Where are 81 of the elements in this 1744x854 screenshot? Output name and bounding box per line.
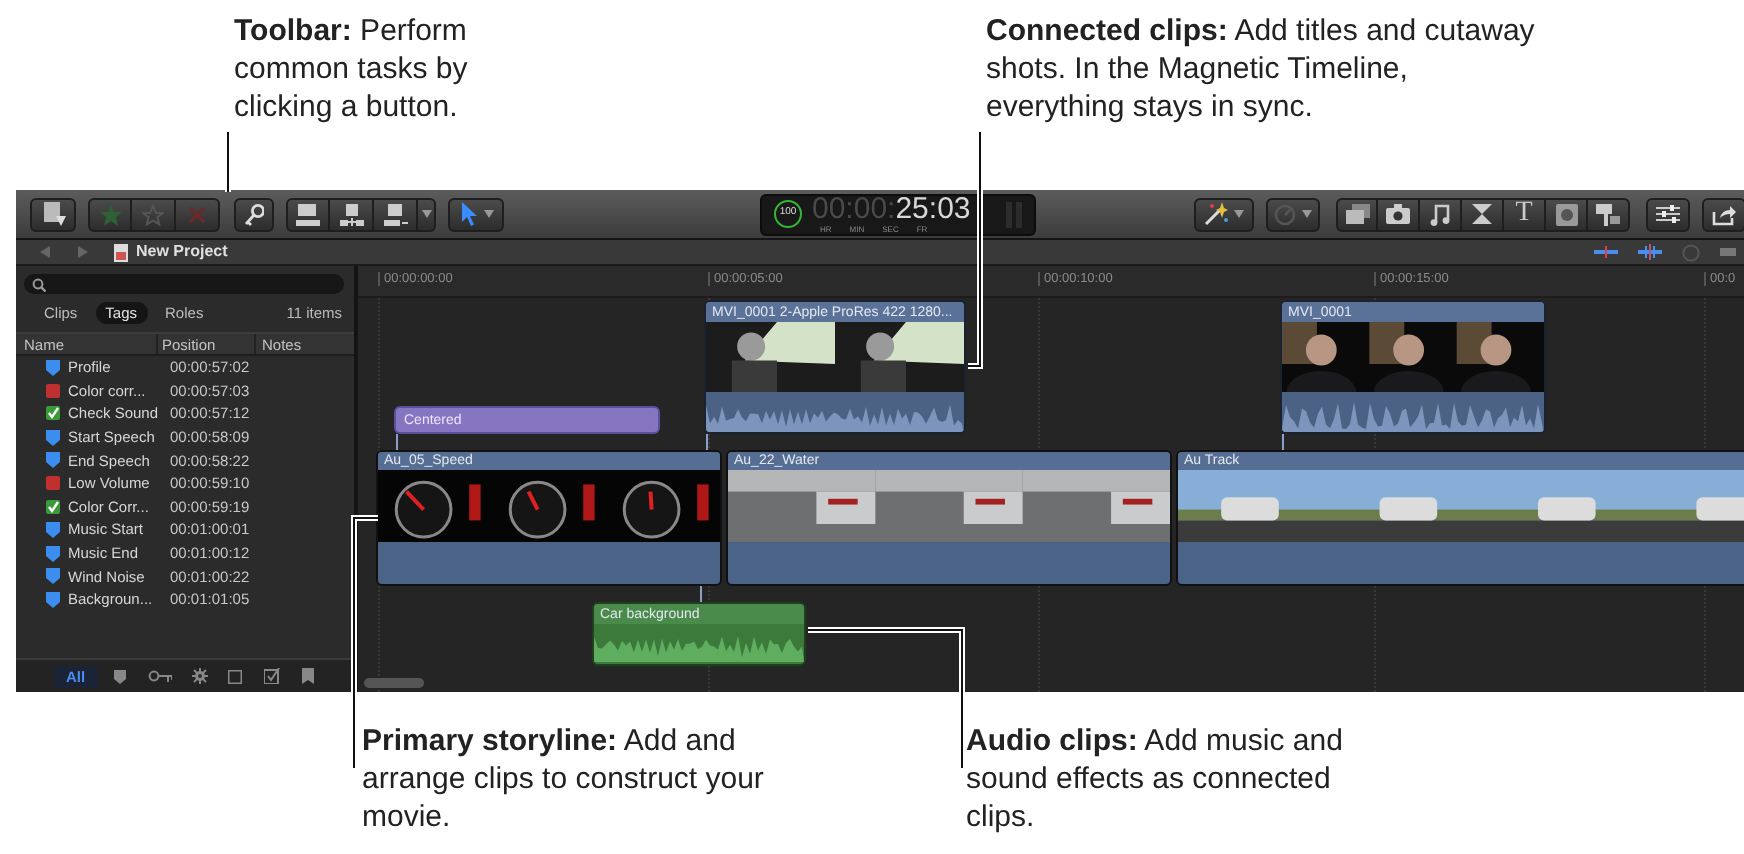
connection-line (1282, 434, 1284, 450)
connect-clip-button[interactable] (286, 197, 330, 231)
flag-icon (301, 668, 314, 684)
forward-icon (78, 246, 88, 258)
photos-button[interactable] (1378, 197, 1420, 231)
import-button[interactable] (30, 197, 76, 231)
waveform-icon (1638, 244, 1662, 260)
insert-clip-button[interactable] (330, 197, 374, 231)
timecode: 25:03 (895, 195, 971, 223)
connect-clip-icon (296, 203, 320, 225)
reject-button[interactable] (176, 197, 220, 231)
marker-icon (45, 568, 59, 585)
favorite-button[interactable] (88, 197, 132, 231)
marker-icon (45, 452, 59, 469)
connection-line (700, 586, 702, 602)
back-icon (40, 246, 50, 258)
caret-icon (483, 210, 493, 218)
completed-todo-icon (45, 406, 59, 421)
marker-icon (45, 429, 59, 446)
retime-button[interactable] (1266, 197, 1320, 231)
marker-icon (45, 545, 59, 562)
key-icon (244, 203, 264, 225)
themes-button[interactable] (1588, 197, 1630, 231)
speedometer-icon (1274, 203, 1296, 225)
project-title: New Project (136, 240, 228, 264)
callout-text: Connected clips: Add titles and cutaway shots. In the Magnetic Timeline, everything stays in sync. (986, 12, 1536, 126)
music-button[interactable] (1420, 197, 1462, 231)
camera-icon (1386, 204, 1410, 224)
unrate-button[interactable] (132, 197, 176, 231)
key-icon (147, 670, 172, 682)
share-icon (1712, 203, 1736, 225)
transitions-button[interactable] (1462, 197, 1504, 231)
photo-stack-icon (1345, 204, 1369, 224)
keyword-button[interactable] (234, 197, 274, 231)
scrollbar[interactable] (364, 678, 424, 688)
marker-icon (45, 591, 59, 608)
generator-icon (1555, 203, 1577, 225)
music-note-icon (1430, 203, 1450, 225)
select-tool-button[interactable] (448, 197, 504, 231)
inspector-button[interactable] (1646, 197, 1690, 231)
todo-icon (45, 476, 59, 491)
hourglass-icon (1472, 204, 1492, 224)
insert-clip-icon (339, 203, 363, 225)
marker-icon (113, 669, 126, 683)
document-icon (114, 243, 128, 261)
line-marker-icon (1594, 246, 1618, 258)
star-icon (99, 203, 121, 225)
connection-line (706, 434, 708, 450)
caret-icon (1234, 210, 1244, 218)
bar-icon (1720, 248, 1736, 256)
star-outline-icon (142, 203, 164, 225)
magic-wand-icon (1204, 202, 1228, 226)
generators-button[interactable] (1546, 197, 1588, 231)
todo-icon (45, 383, 59, 398)
sliders-icon (1656, 204, 1680, 224)
audio-skimming-button[interactable] (1638, 244, 1662, 260)
enhance-button[interactable] (1194, 197, 1254, 231)
callout-text: Toolbar: Perform common tasks by clicking a button. (234, 12, 470, 126)
callout-text: Audio clips: Add music and sound effects as connected clips. (966, 722, 1345, 836)
caret-icon (1302, 210, 1312, 218)
search-field[interactable] (24, 274, 344, 294)
titles-button[interactable]: T (1504, 197, 1546, 231)
pointer-icon (459, 202, 477, 226)
marker-icon (45, 521, 59, 538)
connection-line (396, 434, 398, 450)
callout-text: Primary storyline: Add and arrange clips to construct your movie. (362, 722, 766, 836)
checkbox-icon (263, 668, 280, 684)
media-browser-button[interactable] (1336, 197, 1378, 231)
completed-todo-icon (45, 499, 59, 514)
search-icon (32, 277, 46, 291)
caret-icon (421, 210, 431, 218)
append-clip-button[interactable] (374, 197, 418, 231)
append-clip-icon (383, 203, 407, 225)
share-button[interactable] (1702, 197, 1744, 231)
x-icon (188, 205, 206, 223)
theme-icon (1596, 203, 1620, 225)
edit-menu-button[interactable] (418, 197, 436, 231)
marker-icon (45, 359, 59, 376)
skimming-button[interactable] (1594, 246, 1618, 258)
solo-icon (1682, 243, 1700, 261)
gear-icon (191, 668, 208, 684)
